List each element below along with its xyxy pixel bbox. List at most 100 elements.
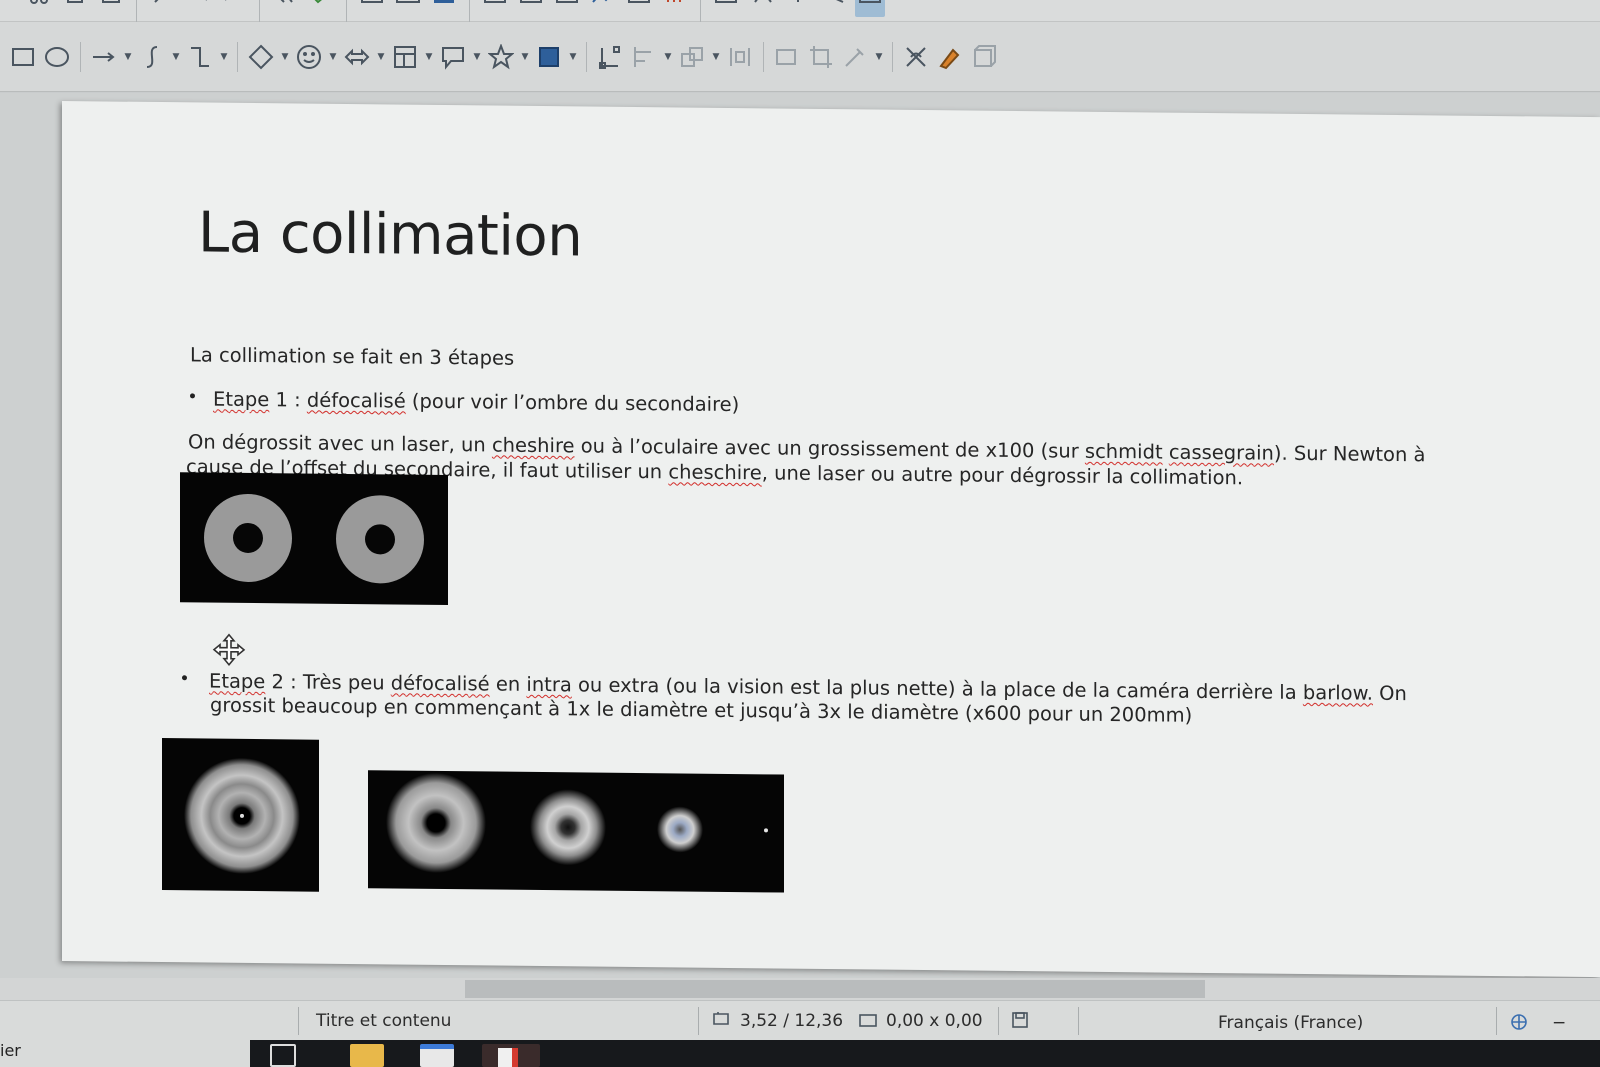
start-slideshow-icon[interactable] [429,0,459,17]
copy-icon[interactable] [60,0,90,17]
paste-icon[interactable] [96,0,126,17]
text-box-icon[interactable] [711,0,741,17]
status-position[interactable]: 3,52 / 12,36 [712,1011,843,1031]
task-view-icon[interactable] [270,1044,296,1067]
fontwork-icon[interactable] [935,42,965,72]
line-arrow-dropdown[interactable]: ▼ [123,42,133,72]
points-icon[interactable] [595,42,625,72]
toolbar-separator [586,41,587,72]
status-size[interactable]: 0,00 x 0,00 [858,1011,983,1031]
filter-dropdown[interactable]: ▼ [874,42,884,72]
double-arrow-icon[interactable] [342,42,372,72]
para1-cassegrain: cassegrain [1168,440,1274,465]
chart-icon[interactable] [660,0,690,17]
zoom-out-button[interactable]: − [1552,1013,1566,1033]
shadow-box-icon[interactable] [772,42,802,72]
para1-cheschire: cheschire [668,460,762,485]
align-icon[interactable] [629,42,659,72]
focus-progression-image[interactable] [368,770,784,893]
image-icon[interactable] [588,0,618,17]
flowchart-icon[interactable] [390,42,420,72]
star-icon[interactable] [486,42,516,72]
diamond-icon[interactable] [246,42,276,72]
callout-dropdown[interactable]: ▼ [472,42,482,72]
para1-cheshire: cheshire [491,433,575,458]
impress-document-icon [498,1048,518,1067]
clone-format-icon[interactable] [147,0,177,17]
status-save[interactable] [1010,1011,1032,1029]
intro-text[interactable]: La collimation se fait en 3 étapes [190,342,514,371]
impress-task-icon[interactable] [482,1044,540,1067]
redo-icon[interactable] [219,0,249,17]
align-dropdown[interactable]: ▼ [663,42,673,72]
slide-workspace[interactable]: La collimation La collimation se fait en… [0,93,1600,978]
toggle-extrusion-icon[interactable] [855,0,885,17]
status-fit-slide[interactable] [1508,1013,1530,1031]
glue-icon[interactable] [901,42,931,72]
minus-icon: − [1552,1013,1567,1033]
arrange-icon[interactable] [677,42,707,72]
special-char-icon[interactable] [747,0,777,17]
step2-barlow: barlow. [1302,680,1373,705]
drawing-toolbar: ▼ ▼ ▼ ▼ ▼ ▼ ▼ ▼ ▼ ▼ ▼ ▼ ▼ [0,22,1600,92]
slide-title[interactable]: La collimation [198,200,582,269]
smiley-icon[interactable] [294,42,324,72]
file-explorer-icon[interactable] [350,1044,384,1067]
media-icon[interactable] [624,0,654,17]
para1-g: ). Sur Newton à [1273,441,1426,467]
extrusion-icon[interactable] [969,42,999,72]
duplicate-slide-icon[interactable] [516,0,546,17]
flowchart-dropdown[interactable]: ▼ [424,42,434,72]
connector-dropdown[interactable]: ▼ [219,42,229,72]
status-language[interactable]: Français (France) [1218,1013,1363,1033]
grid-icon[interactable] [357,0,387,17]
curve-dropdown[interactable]: ▼ [171,42,181,72]
intra-focus-image[interactable] [162,738,319,892]
crop-icon[interactable] [806,42,836,72]
spellcheck-icon[interactable] [306,0,336,17]
status-position-value: 3,52 / 12,36 [740,1011,844,1031]
shadow-icon[interactable] [534,42,564,72]
status-layout[interactable]: Titre et contenu [316,1011,451,1031]
shadow-dropdown[interactable]: ▼ [568,42,578,72]
find-replace-icon[interactable] [270,0,300,17]
step2-end: On [1372,681,1407,706]
status-separator [998,1007,999,1035]
display-views-icon[interactable] [393,0,423,17]
basic-shapes-dropdown[interactable]: ▼ [280,42,290,72]
block-arrows-dropdown[interactable]: ▼ [376,42,386,72]
step1-bullet[interactable]: Etape 1 : défocalisé (pour voir l’ombre … [190,386,739,418]
ellipse-icon[interactable] [42,42,72,72]
step2-mid1: en [489,672,527,696]
slide-canvas[interactable]: La collimation La collimation se fait en… [62,101,1600,978]
store-icon[interactable] [420,1044,454,1067]
step2-label: Etape [209,669,266,694]
symbol-shapes-dropdown[interactable]: ▼ [328,42,338,72]
arrange-dropdown[interactable]: ▼ [711,42,721,72]
table-icon[interactable] [552,0,582,17]
curve-icon[interactable] [137,42,167,72]
scrollbar-thumb[interactable] [465,980,1205,998]
line-arrow-icon[interactable] [89,42,119,72]
callout-icon[interactable] [438,42,468,72]
toolbar-separator [80,41,81,72]
symbol-shapes-icon[interactable] [819,0,849,17]
status-size-value: 0,00 x 0,00 [886,1011,983,1031]
new-slide-icon[interactable] [480,0,510,17]
status-language-label: Français (France) [1218,1013,1364,1033]
para1-schmidt: schmidt [1084,439,1163,464]
stars-dropdown[interactable]: ▼ [520,42,530,72]
cut-icon[interactable] [24,0,54,17]
horizontal-scrollbar[interactable] [0,978,1600,1000]
connector-icon[interactable] [185,42,215,72]
eyedropper-icon[interactable] [840,42,870,72]
taskbar-left-fragment: ier [0,1041,21,1060]
undo-icon[interactable] [183,0,213,17]
rectangle-icon[interactable] [8,42,38,72]
defocused-stars-image[interactable] [180,472,448,606]
focused-star-dot [764,828,768,833]
fontwork-top-icon[interactable] [783,0,813,17]
size-icon [859,1014,877,1027]
distribute-icon[interactable] [725,42,755,72]
status-layout-label: Titre et contenu [316,1011,452,1031]
